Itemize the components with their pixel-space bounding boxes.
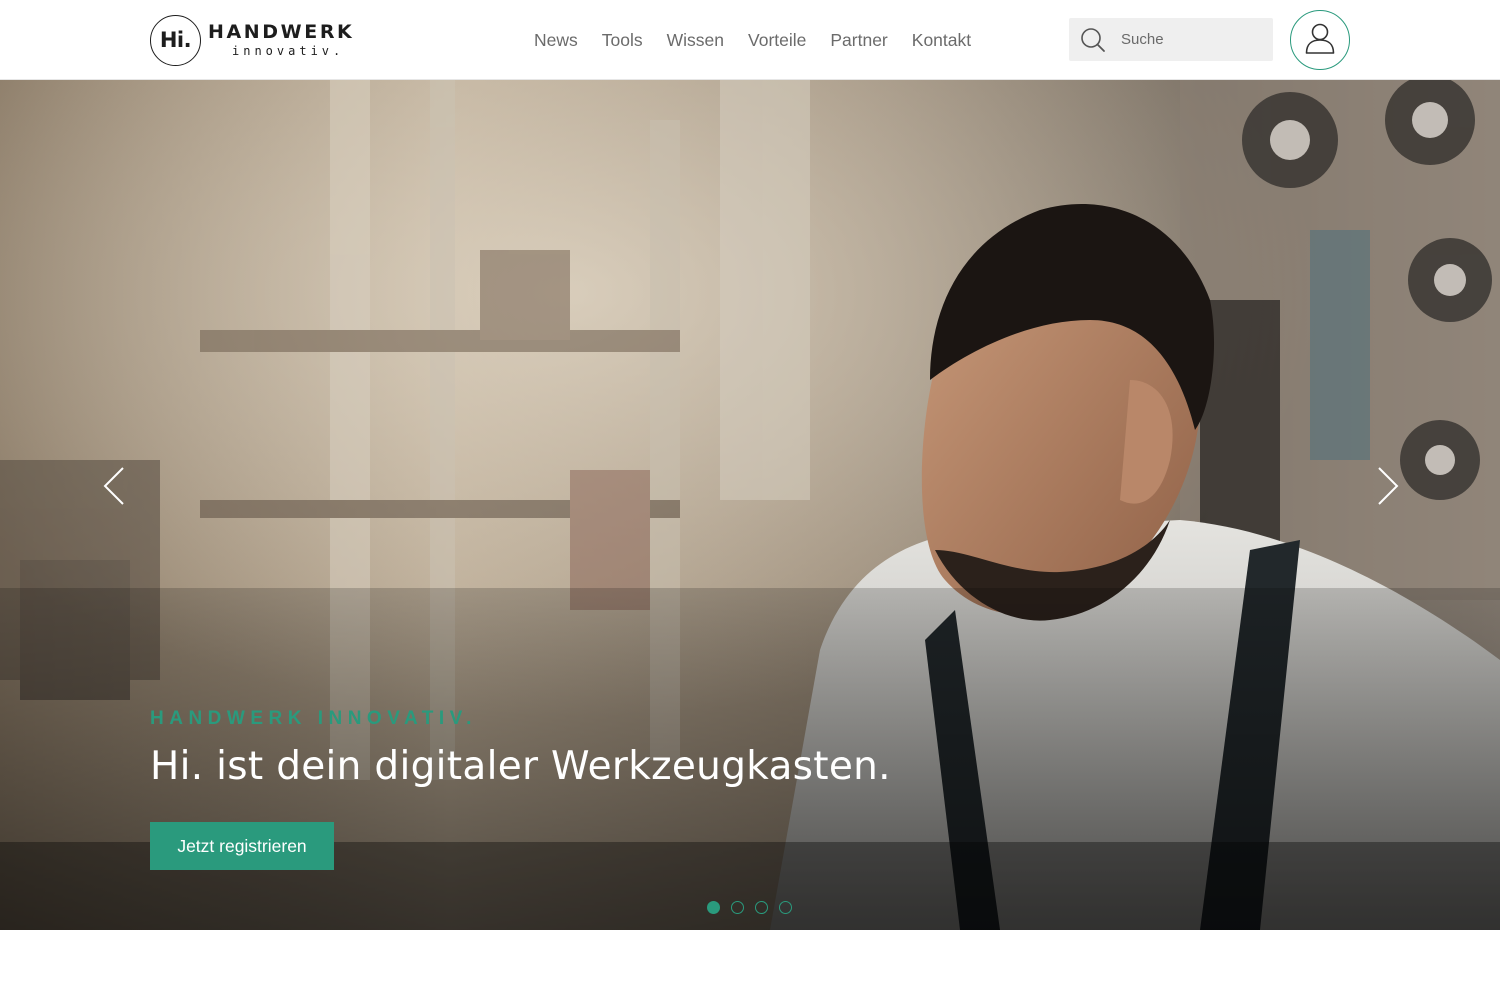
nav-item-partner[interactable]: Partner [830,30,887,51]
hero-eyebrow: HANDWERK INNOVATIV. [150,708,477,729]
main-nav: News Tools Wissen Vorteile Partner Konta… [522,0,983,80]
search-box [1069,18,1273,61]
slider-dot-3[interactable] [755,901,768,914]
nav-item-wissen[interactable]: Wissen [667,30,724,51]
logo-subtitle: innovativ. [232,44,345,58]
slider-dot-2[interactable] [731,901,744,914]
register-button[interactable]: Jetzt registrieren [150,822,334,870]
brand-logo[interactable]: Hi. HANDWERK innovativ. [150,14,354,66]
slider-prev-button[interactable] [94,463,134,513]
user-icon [1303,21,1337,59]
chevron-right-icon [1377,466,1399,510]
chevron-left-icon [103,466,125,510]
slider-dot-1[interactable] [707,901,720,914]
user-account-button[interactable] [1290,10,1350,70]
nav-item-kontakt[interactable]: Kontakt [912,30,971,51]
search-icon[interactable] [1069,18,1117,61]
nav-item-news[interactable]: News [534,30,578,51]
logo-wordmark: HANDWERK innovativ. [208,21,355,58]
hero-title: Hi. ist dein digitaler Werkzeugkasten. [150,744,891,789]
logo-title: HANDWERK [208,21,355,43]
search-input[interactable] [1121,31,1261,48]
slider-dot-4[interactable] [779,901,792,914]
slider-next-button[interactable] [1368,463,1408,513]
site-header: Hi. HANDWERK innovativ. News Tools Wisse… [0,0,1500,80]
nav-item-tools[interactable]: Tools [602,30,643,51]
slider-dots [707,901,803,914]
hero-slider: HANDWERK INNOVATIV. Hi. ist dein digital… [0,80,1500,930]
logo-badge: Hi. [150,14,201,66]
nav-item-vorteile[interactable]: Vorteile [748,30,806,51]
